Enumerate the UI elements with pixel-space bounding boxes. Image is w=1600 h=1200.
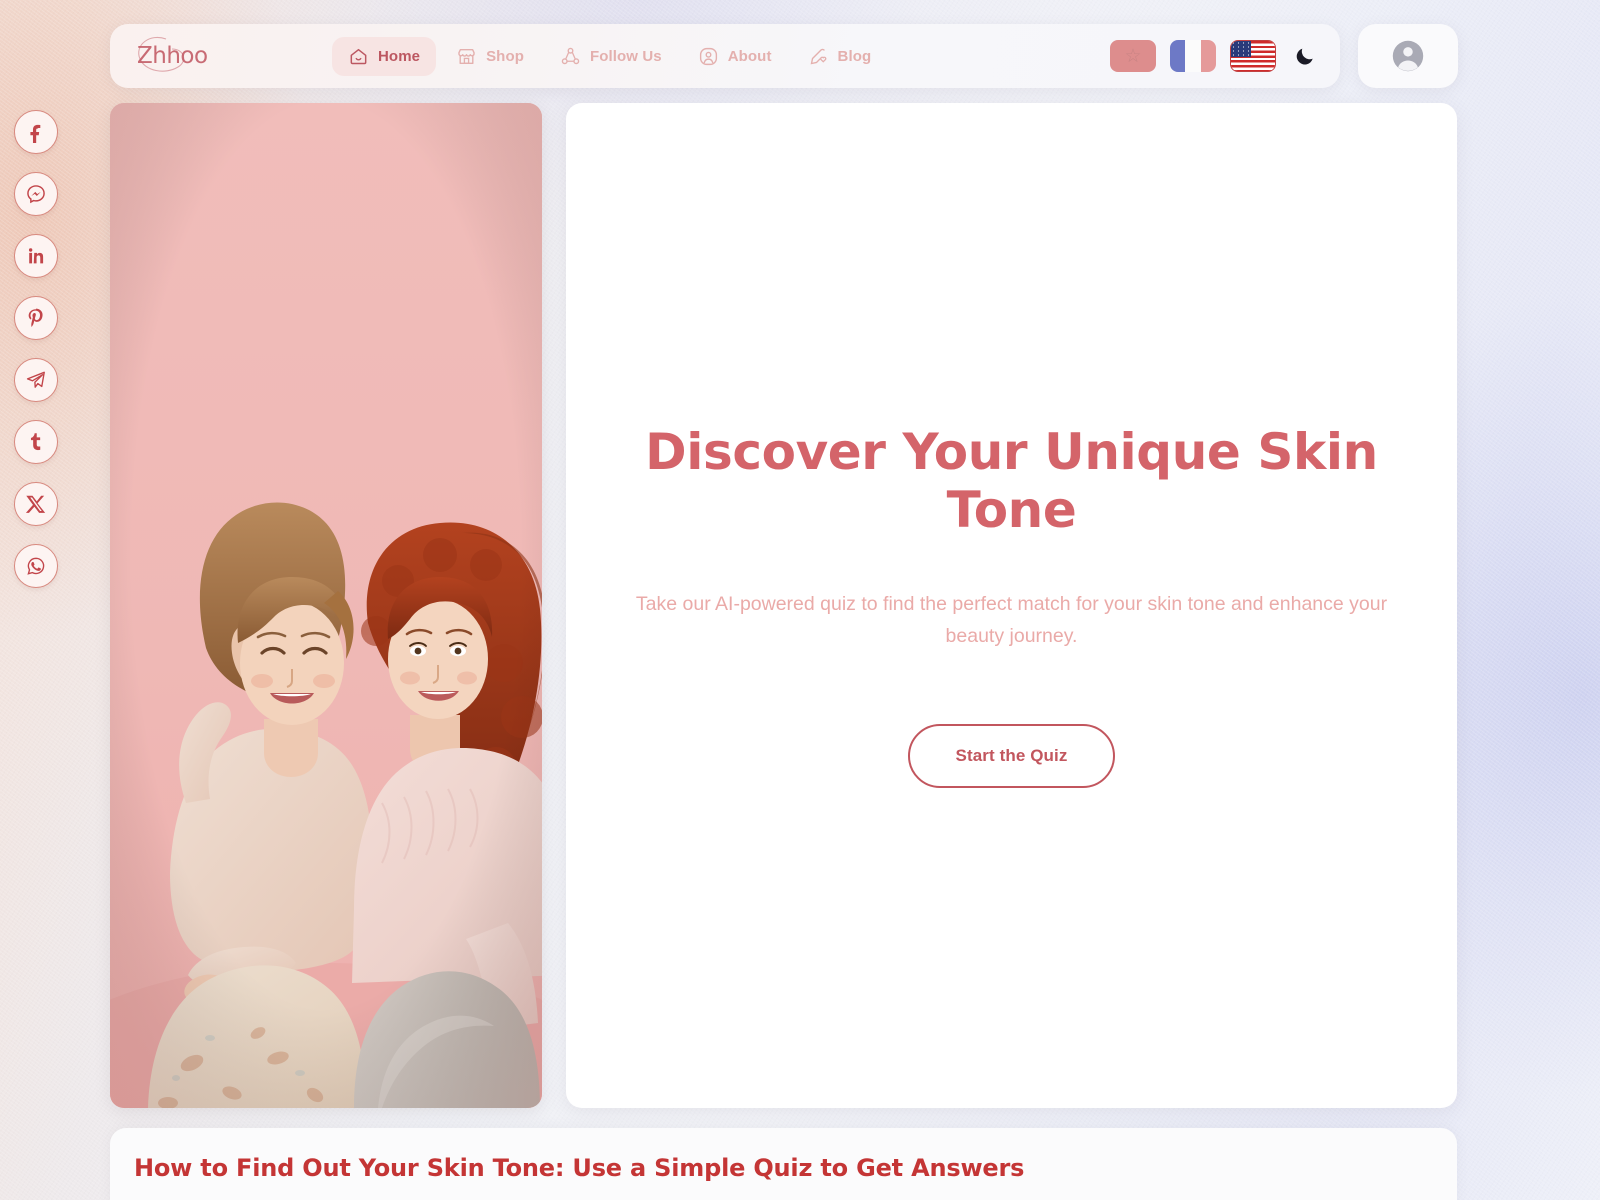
france-white-band	[1185, 40, 1201, 72]
header-bar: Zhhoo Home Shop Follow Us About Blog ☆	[110, 24, 1340, 88]
social-share-rail	[14, 110, 60, 588]
france-blue-band	[1170, 40, 1186, 72]
france-red-band	[1200, 40, 1216, 72]
storefront-icon	[458, 48, 475, 64]
nav-item-about[interactable]: About	[682, 37, 788, 76]
whatsapp-share-button[interactable]	[14, 544, 58, 588]
morocco-flag-button[interactable]: ☆	[1110, 40, 1156, 72]
moon-icon	[1296, 48, 1313, 65]
user-circle-icon	[699, 47, 717, 65]
header-actions: ☆	[1110, 40, 1326, 72]
article-section: How to Find Out Your Skin Tone: Use a Si…	[110, 1128, 1457, 1200]
logo-text: Zhhoo	[137, 42, 208, 69]
start-quiz-button[interactable]: Start the Quiz	[907, 724, 1116, 789]
nav-label-follow-us: Follow Us	[589, 47, 662, 65]
share-nodes-icon	[561, 47, 580, 64]
dark-mode-toggle[interactable]	[1290, 43, 1320, 69]
linkedin-icon	[28, 248, 44, 264]
messenger-share-button[interactable]	[14, 172, 58, 216]
nav-label-about: About	[727, 47, 772, 65]
usa-flag-button[interactable]	[1230, 40, 1276, 72]
morocco-star-icon: ☆	[1124, 45, 1142, 67]
facebook-icon	[30, 124, 41, 143]
france-flag-button[interactable]	[1170, 40, 1216, 72]
x-twitter-share-button[interactable]	[14, 482, 58, 526]
hero-image-card	[110, 103, 542, 1108]
hero-photo	[110, 103, 542, 1108]
page-title: Discover Your Unique Skin Tone	[645, 422, 1378, 539]
article-title[interactable]: How to Find Out Your Skin Tone: Use a Si…	[134, 1154, 1429, 1182]
usa-canton	[1231, 41, 1251, 57]
nav-item-blog[interactable]: Blog	[792, 37, 888, 76]
nav-item-follow-us[interactable]: Follow Us	[544, 37, 678, 76]
hero-content-card: Discover Your Unique Skin Tone Take our …	[566, 103, 1457, 1108]
nav-item-home[interactable]: Home	[332, 36, 437, 76]
home-icon	[350, 48, 367, 64]
x-twitter-icon	[25, 495, 46, 513]
nav-label-shop: Shop	[486, 47, 524, 65]
messenger-icon	[27, 185, 45, 204]
hero-subtitle: Take our AI-powered quiz to find the per…	[635, 592, 1388, 647]
nav-label-blog: Blog	[837, 47, 872, 65]
pinterest-icon	[28, 308, 43, 327]
linkedin-share-button[interactable]	[14, 234, 58, 278]
user-avatar-icon	[1392, 40, 1424, 72]
nav-label-home: Home	[378, 47, 421, 65]
top-header: Zhhoo Home Shop Follow Us About Blog ☆	[110, 24, 1458, 88]
tumblr-icon	[30, 433, 41, 451]
brand-logo[interactable]: Zhhoo	[132, 31, 222, 81]
facebook-share-button[interactable]	[14, 110, 58, 154]
pinterest-share-button[interactable]	[14, 296, 58, 340]
pen-heart-icon	[810, 48, 826, 64]
account-button[interactable]	[1358, 24, 1458, 88]
nav-item-shop[interactable]: Shop	[440, 37, 540, 76]
whatsapp-icon	[27, 557, 45, 575]
telegram-icon	[26, 371, 45, 388]
tumblr-share-button[interactable]	[14, 420, 58, 464]
telegram-share-button[interactable]	[14, 358, 58, 402]
main-navigation: Home Shop Follow Us About Blog	[332, 36, 888, 76]
